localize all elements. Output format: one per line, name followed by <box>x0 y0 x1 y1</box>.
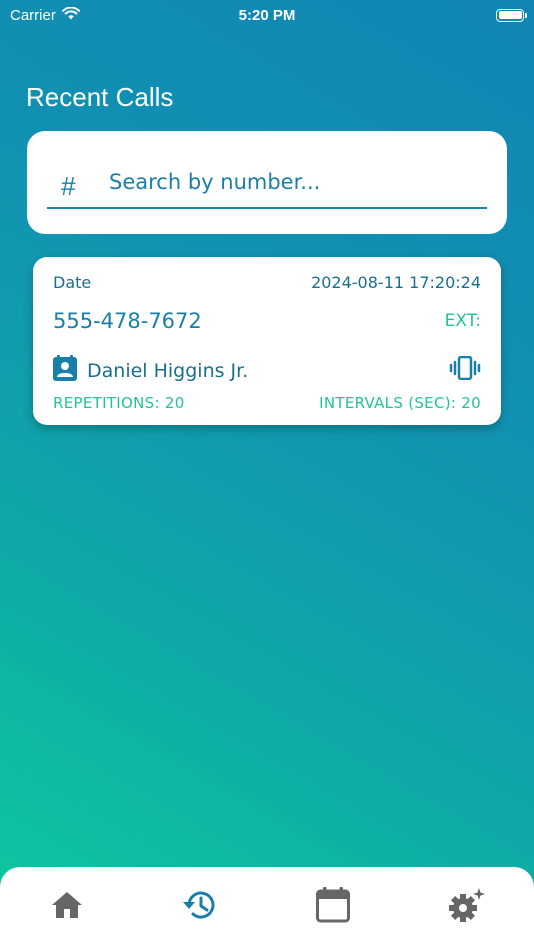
tab-home[interactable] <box>47 887 87 927</box>
search-field: # <box>47 157 487 209</box>
tab-calendar[interactable] <box>313 886 353 928</box>
call-card[interactable]: Date 2024-08-11 17:20:24 555-478-7672 EX… <box>33 257 501 425</box>
wifi-icon <box>61 6 80 24</box>
settings-icon <box>448 887 486 928</box>
carrier-label: Carrier <box>10 6 56 24</box>
history-icon <box>182 889 218 926</box>
calendar-icon <box>316 886 350 928</box>
battery-icon <box>496 8 527 22</box>
search-card: # <box>27 131 507 234</box>
tab-bar <box>0 867 534 950</box>
page-title: Recent Calls <box>26 82 174 112</box>
contact-card-icon <box>53 355 77 386</box>
ext-label: EXT: <box>444 311 481 331</box>
phone-number: 555-478-7672 <box>53 309 202 333</box>
tab-settings[interactable] <box>447 887 487 927</box>
status-time: 5:20 PM <box>238 6 296 24</box>
tab-history[interactable] <box>180 887 220 927</box>
call-datetime: 2024-08-11 17:20:24 <box>311 273 481 292</box>
hash-icon: # <box>60 170 76 201</box>
search-input[interactable] <box>89 170 487 194</box>
date-label: Date <box>53 273 92 292</box>
status-bar: Carrier 5:20 PM <box>0 0 534 30</box>
home-icon <box>51 891 83 924</box>
intervals-label: INTERVALS (SEC): 20 <box>319 394 481 412</box>
repetitions-label: REPETITIONS: 20 <box>53 394 185 412</box>
contact-name: Daniel Higgins Jr. <box>87 359 249 382</box>
vibrate-icon[interactable] <box>449 355 481 385</box>
